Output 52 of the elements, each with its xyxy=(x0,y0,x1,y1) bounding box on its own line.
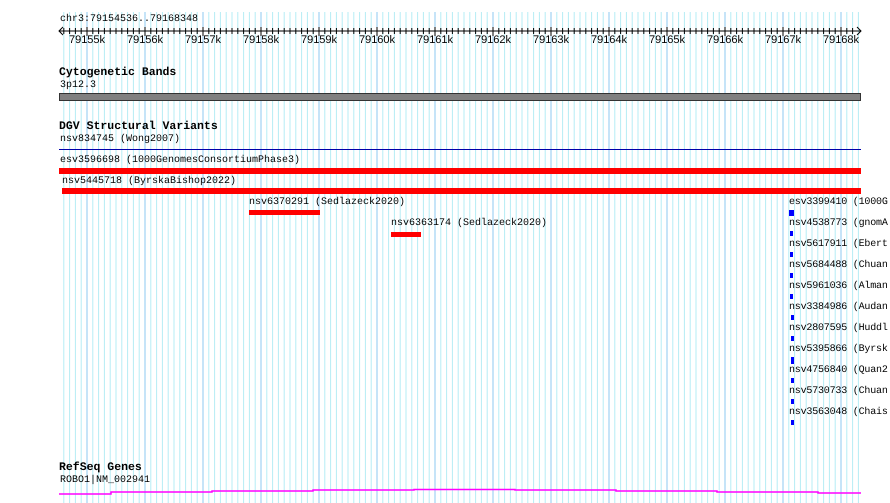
track-title: DGV Structural Variants xyxy=(59,120,218,134)
track-title: Cytogenetic Bands xyxy=(59,66,176,80)
gene-line[interactable] xyxy=(59,488,861,495)
ruler-tick-label: 79156k xyxy=(126,34,164,47)
variant-label: nsv5395866 (Byrsk xyxy=(789,344,888,356)
variant-label: nsv4756840 (Quan2 xyxy=(789,365,888,377)
variant-bar[interactable] xyxy=(790,294,793,299)
variant-label: nsv5617911 (Ebert xyxy=(789,239,888,251)
variant-bar[interactable] xyxy=(791,357,794,364)
variant-label: nsv3563048 (Chais xyxy=(789,407,888,419)
variant-label: nsv6370291 (Sedlazeck2020) xyxy=(249,197,406,209)
ruler-tick-label: 79159k xyxy=(300,34,338,47)
variant-label: nsv5684488 (Chuan xyxy=(789,260,888,272)
variant-label: nsv834745 (Wong2007) xyxy=(60,134,180,146)
location-label: chr3:79154536..79168348 xyxy=(60,14,198,26)
variant-label: nsv2807595 (Huddl xyxy=(789,323,888,335)
variant-label: nsv6363174 (Sedlazeck2020) xyxy=(391,218,548,230)
ruler-tick-label: 79168k xyxy=(822,34,860,47)
variant-bar[interactable] xyxy=(791,378,794,383)
variant-label: esv3596698 (1000GenomesConsortiumPhase3) xyxy=(60,155,300,167)
variant-label: nsv3384986 (Audan xyxy=(789,302,888,314)
variant-bar[interactable] xyxy=(790,231,793,236)
ruler-tick-label: 79161k xyxy=(416,34,454,47)
variant-bar[interactable] xyxy=(791,420,794,425)
gene-label: ROBO1|NM_002941 xyxy=(60,475,150,487)
ruler-tick-label: 79157k xyxy=(184,34,222,47)
variant-bar[interactable] xyxy=(790,252,793,257)
variant-bar[interactable] xyxy=(789,210,794,216)
ruler-tick-label: 79163k xyxy=(532,34,570,47)
ruler-tick-label: 79164k xyxy=(590,34,628,47)
ruler-tick-label: 79160k xyxy=(358,34,396,47)
variant-label: nsv4538773 (gnomA xyxy=(789,218,888,230)
track-title: RefSeq Genes xyxy=(59,461,142,474)
ruler-tick-label: 79155k xyxy=(68,34,106,47)
variant-bar[interactable] xyxy=(59,168,861,174)
variant-bar[interactable] xyxy=(791,336,794,341)
ruler-tick-label: 79162k xyxy=(474,34,512,47)
ruler-tick-label: 79158k xyxy=(242,34,280,47)
variant-label: nsv5730733 (Chuan xyxy=(789,386,888,398)
variant-bar[interactable] xyxy=(249,210,320,215)
variant-label: esv3399410 (1000G xyxy=(789,197,888,209)
variant-label: nsv5445718 (ByrskaBishop2022) xyxy=(62,176,236,188)
ruler-tick-label: 79165k xyxy=(648,34,686,47)
variant-bar[interactable] xyxy=(62,188,861,194)
variant-bar[interactable] xyxy=(391,232,421,237)
ruler-tick-label: 79166k xyxy=(706,34,744,47)
variant-bar[interactable] xyxy=(790,273,793,278)
variant-bar[interactable] xyxy=(791,315,794,320)
ruler-tick-label: 79167k xyxy=(764,34,802,47)
variant-bar[interactable] xyxy=(791,399,794,404)
band-label: 3p12.3 xyxy=(60,80,96,92)
variant-label: nsv5961036 (Alman xyxy=(789,281,888,293)
